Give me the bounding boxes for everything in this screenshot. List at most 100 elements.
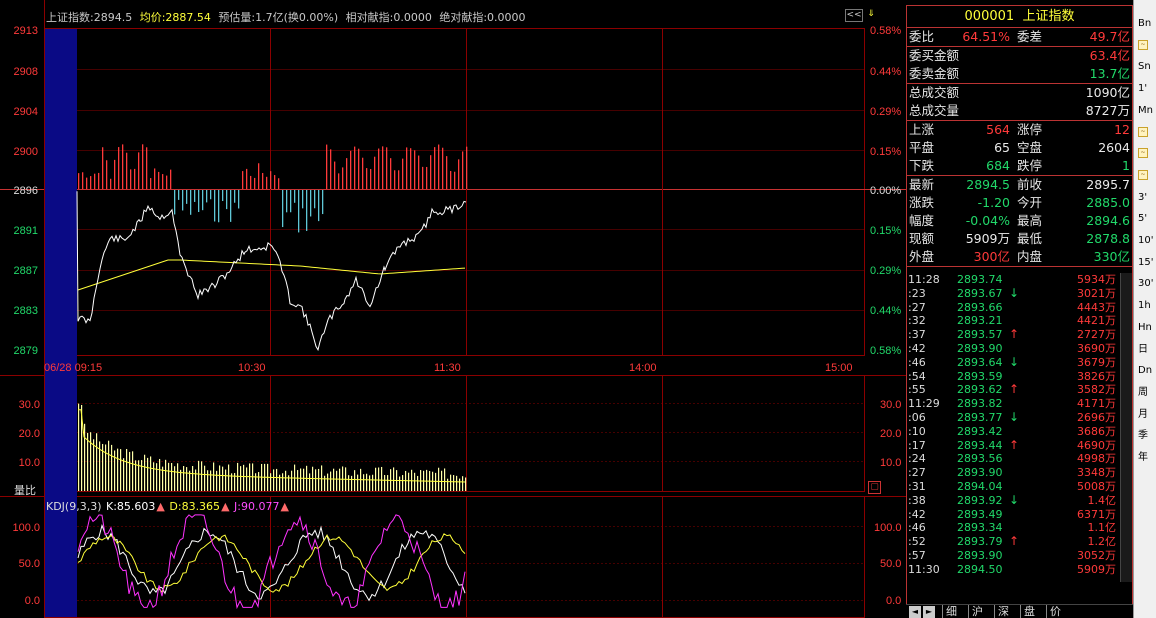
tick-time: :37 bbox=[908, 328, 926, 342]
breadth-bar bbox=[110, 178, 112, 189]
period-item[interactable]: 1h bbox=[1135, 296, 1155, 315]
pct-tick-right: 0.15% bbox=[870, 146, 901, 158]
tick-row: :06 2893.77 ↓ 2696万 bbox=[907, 409, 1132, 425]
breadth-bar bbox=[210, 190, 212, 200]
tab-sh[interactable]: 沪 bbox=[968, 605, 986, 618]
tab-next-arrow-icon[interactable]: ► bbox=[923, 606, 935, 618]
breadth-bar bbox=[358, 148, 360, 189]
breadth-bar bbox=[282, 190, 284, 228]
tick-volume: 2696万 bbox=[1077, 410, 1116, 424]
chart-type-icon[interactable]: ~ bbox=[1135, 123, 1155, 142]
breadth-bar bbox=[166, 175, 168, 189]
chart-area[interactable]: 2913 2908 2904 2900 2896 2891 2887 2883 … bbox=[0, 0, 906, 618]
breadth-bar bbox=[230, 190, 232, 222]
chart-type-icon[interactable]: ~ bbox=[1135, 36, 1155, 55]
panel-toggle-icon[interactable]: ▢ bbox=[868, 481, 881, 494]
period-item[interactable]: 1' bbox=[1135, 79, 1155, 98]
breadth-bar bbox=[410, 148, 412, 189]
pct-tick-right: 0.58% bbox=[870, 345, 901, 357]
period-item[interactable]: Sn bbox=[1135, 57, 1155, 76]
pct-tick-right: 0.15% bbox=[870, 225, 901, 237]
period-item[interactable]: 月 bbox=[1135, 405, 1155, 424]
pre-market-area bbox=[45, 29, 77, 617]
tab-prev-arrow-icon[interactable]: ◄ bbox=[909, 606, 921, 618]
chart-type-icon[interactable]: ~ bbox=[1135, 166, 1155, 185]
tick-price: 2893.79 bbox=[957, 535, 1003, 549]
breadth-bar bbox=[342, 167, 344, 189]
tick-list[interactable]: 11:28 2893.74 5934万:23 2893.67 ↓ 3021万:27 2893… bbox=[907, 273, 1132, 577]
tab-detail[interactable]: 细 bbox=[942, 605, 960, 618]
breadth-bar bbox=[318, 190, 320, 222]
avg-price-label: 均价:2887.54 bbox=[139, 11, 211, 24]
period-item[interactable]: 日 bbox=[1135, 340, 1155, 359]
tick-price: 2893.90 bbox=[957, 466, 1003, 480]
tick-price: 2893.74 bbox=[957, 273, 1003, 286]
chart-type-icon[interactable]: ~ bbox=[1135, 144, 1155, 163]
volume-bar bbox=[459, 478, 461, 491]
breadth-bar bbox=[138, 152, 140, 189]
period-item[interactable]: 3' bbox=[1135, 188, 1155, 207]
volume-bar bbox=[144, 454, 146, 491]
period-item[interactable]: 年 bbox=[1135, 448, 1155, 467]
tab-price[interactable]: 价 bbox=[1046, 605, 1064, 618]
period-item[interactable]: Bn bbox=[1135, 14, 1155, 33]
tick-list-scrollbar[interactable] bbox=[1120, 273, 1132, 582]
period-item[interactable]: 季 bbox=[1135, 426, 1155, 445]
quote-row: 最新 2894.5 前收 2895.7 bbox=[909, 177, 1130, 192]
volume-bar bbox=[339, 468, 341, 491]
volume-ratio-label: 量比 bbox=[14, 484, 36, 497]
kdj-tick-right: 50.0 bbox=[880, 558, 901, 570]
tab-sz[interactable]: 深 bbox=[994, 605, 1012, 618]
breadth-bar bbox=[418, 155, 420, 189]
settings-icon[interactable]: ⇓ bbox=[865, 9, 877, 22]
tick-time: :57 bbox=[908, 548, 926, 562]
volume-bar bbox=[381, 466, 383, 491]
period-item[interactable]: 10' bbox=[1135, 231, 1155, 250]
tick-time: :52 bbox=[908, 535, 926, 549]
price-tick-left: 2908 bbox=[14, 66, 38, 78]
tick-direction-icon: ↑ bbox=[1009, 382, 1020, 397]
period-item[interactable]: Hn bbox=[1135, 318, 1155, 337]
volume-bar bbox=[321, 465, 323, 491]
tick-row: :10 2893.42 3686万 bbox=[907, 425, 1132, 439]
tick-price: 2893.77 bbox=[957, 410, 1003, 424]
volume-bar bbox=[297, 470, 299, 491]
period-item[interactable]: 30' bbox=[1135, 274, 1155, 293]
period-item[interactable]: 周 bbox=[1135, 383, 1155, 402]
tick-price: 2893.90 bbox=[957, 548, 1003, 562]
volume-bar bbox=[105, 444, 107, 491]
volume-bar bbox=[324, 475, 326, 491]
volume-bar bbox=[408, 472, 410, 491]
breadth-bar bbox=[442, 147, 444, 189]
volume-bar bbox=[303, 468, 305, 491]
breadth-bar bbox=[402, 158, 404, 189]
period-item[interactable]: 15' bbox=[1135, 253, 1155, 272]
volume-bar bbox=[195, 469, 197, 491]
period-item[interactable]: Mn bbox=[1135, 101, 1155, 120]
breadth-bar bbox=[98, 172, 100, 189]
volume-bar bbox=[417, 475, 419, 491]
period-item[interactable]: Dn bbox=[1135, 361, 1155, 380]
period-item[interactable]: 5' bbox=[1135, 209, 1155, 228]
volume-bar bbox=[240, 466, 242, 491]
breadth-bar bbox=[426, 166, 428, 189]
tick-volume: 3690万 bbox=[1077, 341, 1116, 355]
collapse-button[interactable]: << bbox=[845, 9, 863, 22]
kdj-k-value: K:85.603 bbox=[106, 500, 156, 513]
breadth-bar bbox=[334, 161, 336, 189]
kdj-tick-left: 100.0 bbox=[12, 522, 40, 534]
tick-price: 2893.21 bbox=[957, 314, 1003, 328]
tab-book[interactable]: 盘 bbox=[1020, 605, 1038, 618]
tick-row: 11:29 2893.82 4171万 bbox=[907, 397, 1132, 411]
volume-bar bbox=[399, 476, 401, 491]
tick-price: 2893.62 bbox=[957, 383, 1003, 397]
volume-bar bbox=[93, 439, 95, 491]
tick-row: :52 2893.79 ↑ 1.2亿 bbox=[907, 534, 1132, 549]
volume-bar bbox=[159, 458, 161, 491]
breadth-bar bbox=[206, 190, 208, 203]
tick-volume: 4171万 bbox=[1077, 397, 1116, 411]
kdj-name: KDJ(9,3,3) bbox=[46, 500, 102, 513]
tick-price: 2893.67 bbox=[957, 286, 1003, 300]
tick-direction-icon: ↓ bbox=[1009, 409, 1020, 424]
volume-bar bbox=[78, 403, 80, 491]
